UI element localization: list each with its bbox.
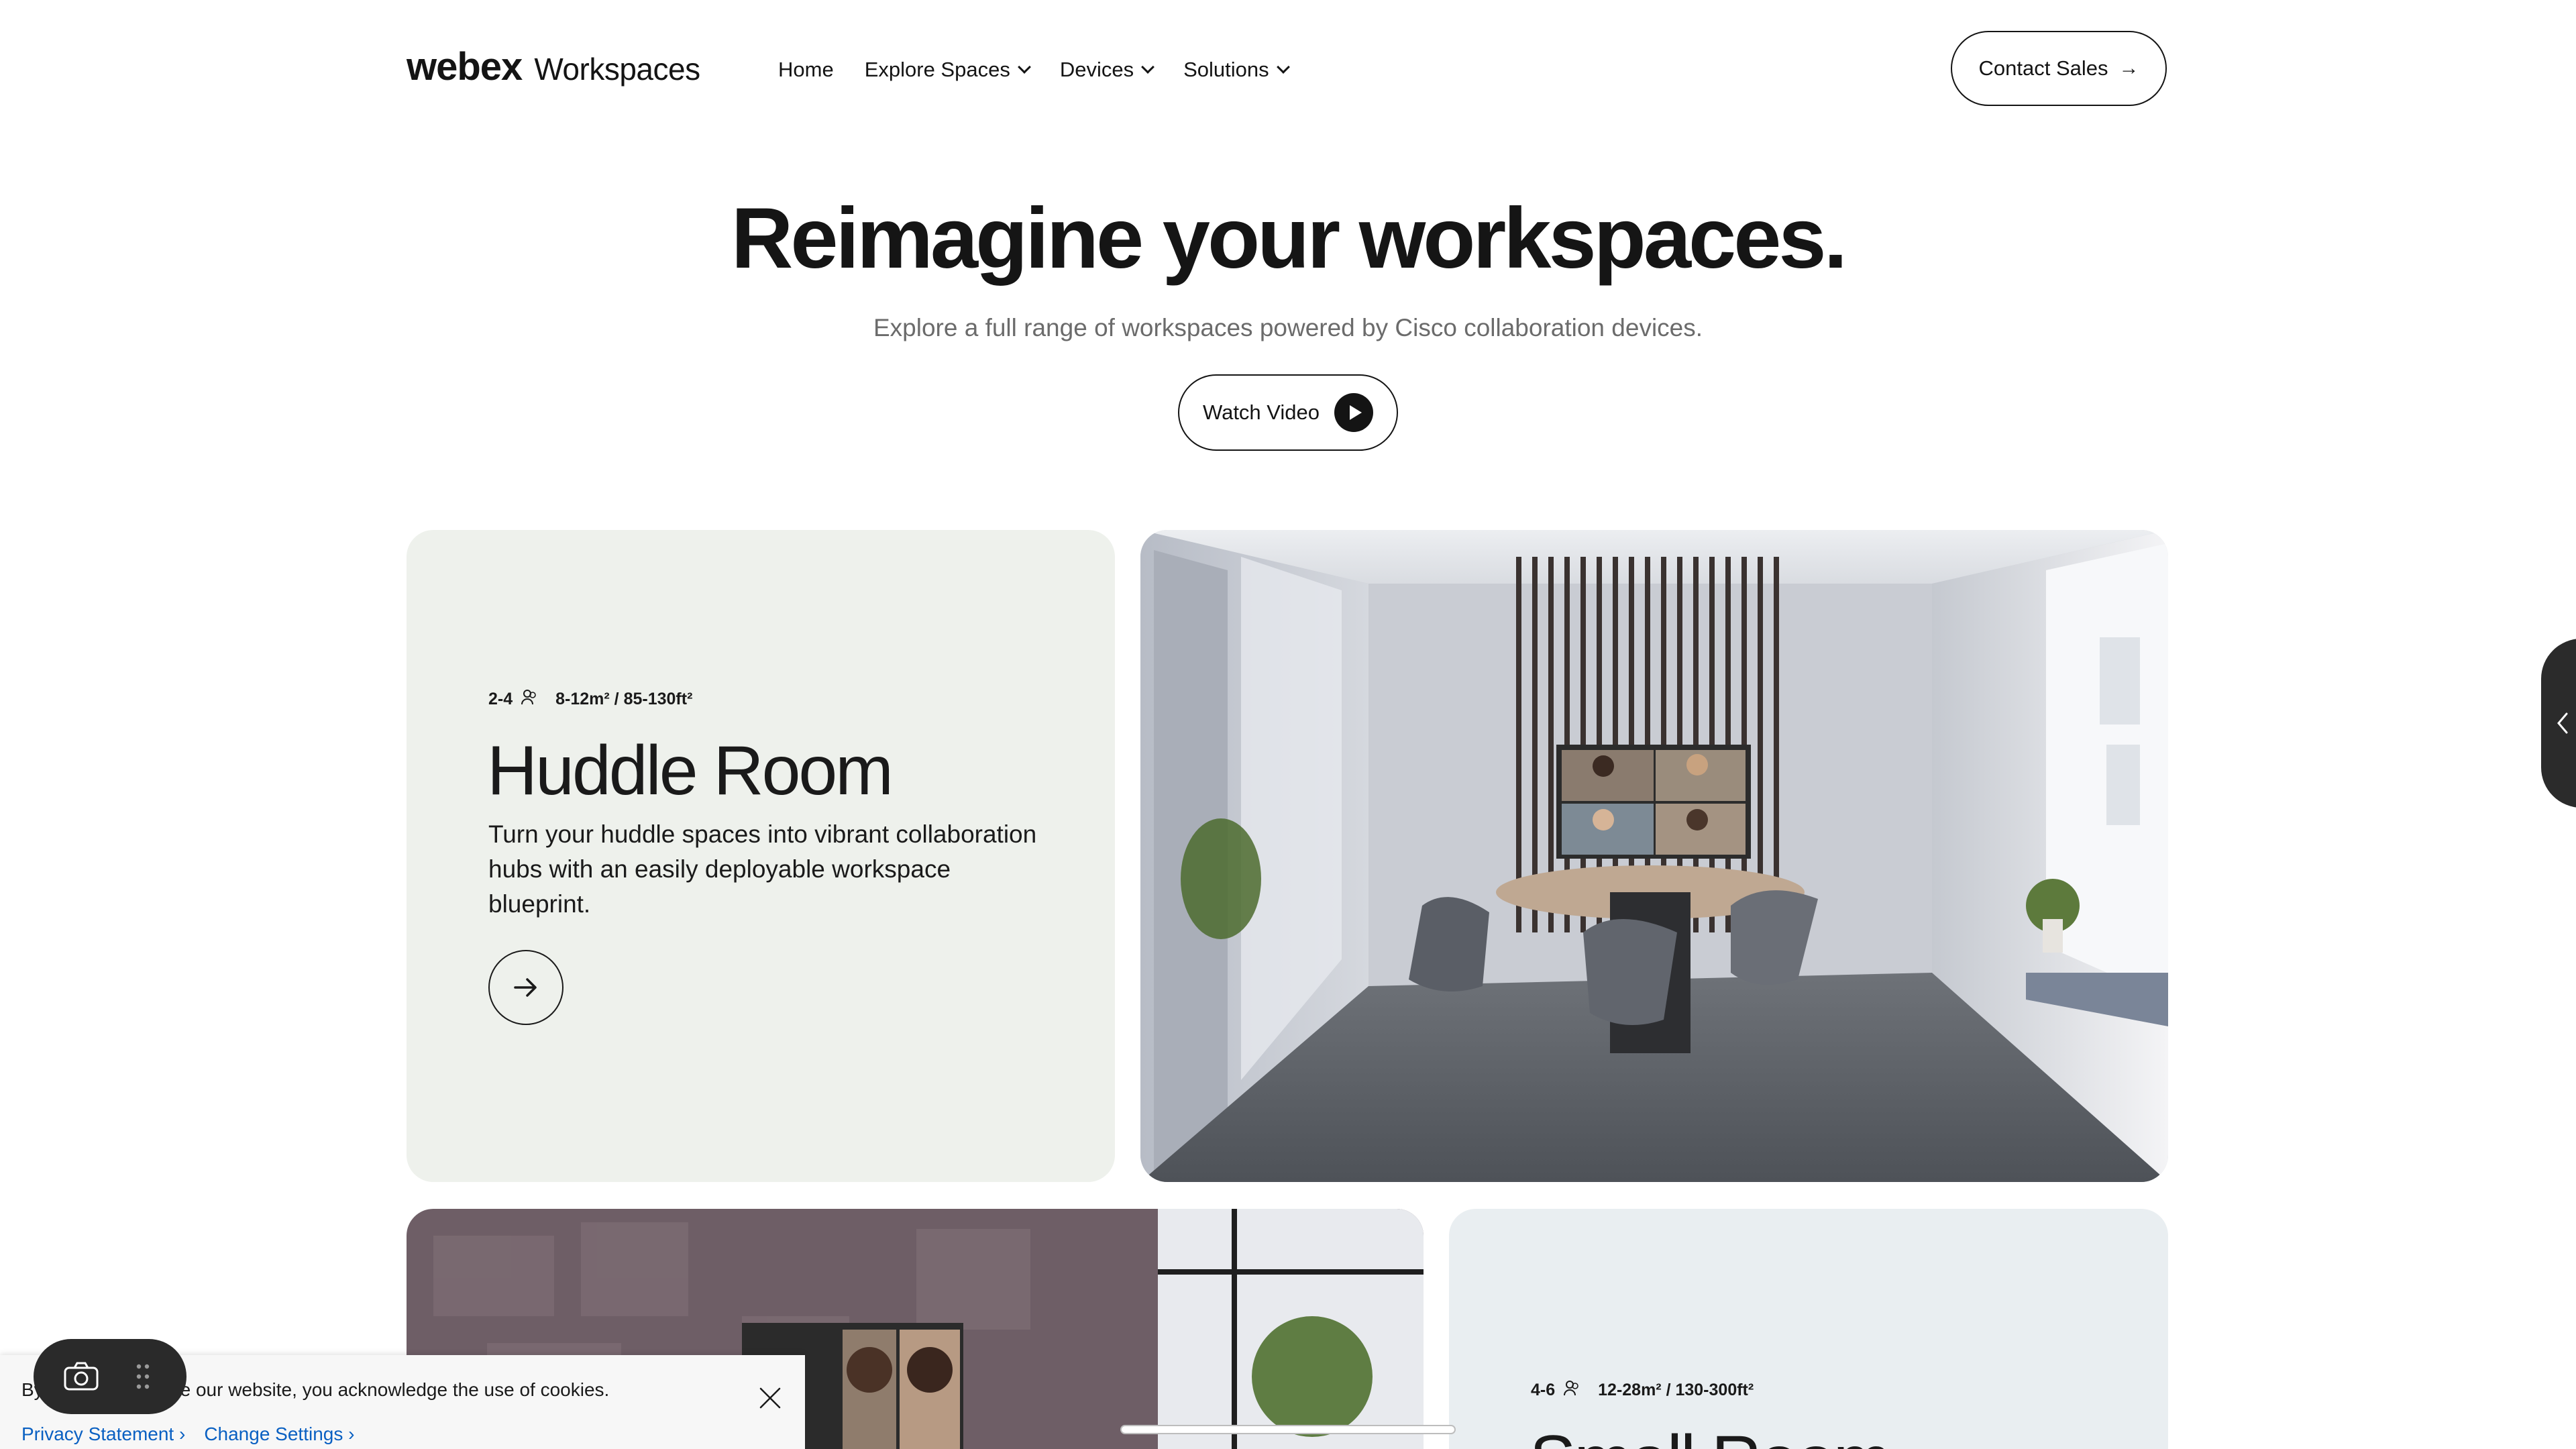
- nav-devices[interactable]: Devices: [1059, 58, 1155, 82]
- huddle-room-image[interactable]: [1140, 530, 2168, 1182]
- watch-video-label: Watch Video: [1202, 400, 1320, 424]
- huddle-room-meta: 2-4 8-12m² / 85-130ft²: [488, 688, 692, 710]
- person-icon: [521, 688, 538, 710]
- chevron-down-icon: [1141, 60, 1155, 74]
- hero-subtitle: Explore a full range of workspaces power…: [873, 314, 1703, 341]
- drag-handle-icon[interactable]: [136, 1361, 150, 1392]
- close-icon[interactable]: [757, 1385, 784, 1411]
- screenshot-toolbar: [34, 1339, 186, 1414]
- huddle-room-title: Huddle Room: [487, 732, 894, 810]
- small-room-title: Small Room: [1529, 1421, 1891, 1449]
- arrow-right-icon: →: [2118, 57, 2139, 79]
- person-icon: [1563, 1379, 1580, 1401]
- small-room-meta: 4-6 12-28m² / 130-300ft²: [1531, 1379, 1754, 1401]
- play-icon: [1334, 393, 1374, 432]
- chevron-down-icon: [1017, 60, 1031, 74]
- privacy-statement-link[interactable]: Privacy Statement ›: [21, 1424, 185, 1445]
- nav-home[interactable]: Home: [778, 58, 834, 82]
- nav-solutions[interactable]: Solutions: [1183, 58, 1290, 82]
- cookie-links: Privacy Statement › Change Settings ›: [21, 1424, 373, 1445]
- area-text: 8-12m² / 85-130ft²: [555, 690, 693, 708]
- site-header: webex Workspaces Home Explore Spaces Dev…: [0, 0, 2576, 134]
- webex-workspaces-logo[interactable]: webex Workspaces: [407, 44, 700, 89]
- small-room-card: 4-6 12-28m² / 130-300ft² Small Room: [1449, 1209, 2168, 1449]
- nav-explore-spaces[interactable]: Explore Spaces: [864, 58, 1031, 82]
- nav-devices-label: Devices: [1059, 58, 1134, 81]
- contact-sales-button[interactable]: Contact Sales →: [1951, 31, 2167, 106]
- capacity-text: 2-4: [488, 690, 513, 708]
- horizontal-scrollbar[interactable]: [1120, 1425, 1456, 1434]
- area-text: 12-28m² / 130-300ft²: [1598, 1381, 1754, 1399]
- nav-solutions-label: Solutions: [1183, 58, 1269, 81]
- capacity-text: 4-6: [1531, 1381, 1556, 1399]
- chevron-left-icon: [2557, 712, 2568, 734]
- nav-explore-spaces-label: Explore Spaces: [864, 58, 1010, 81]
- huddle-room-description: Turn your huddle spaces into vibrant col…: [488, 820, 1037, 918]
- watch-video-button[interactable]: Watch Video: [1178, 374, 1398, 451]
- logo-brand: webex: [407, 45, 523, 89]
- side-panel-toggle[interactable]: [2541, 639, 2576, 808]
- hero-title: Reimagine your workspaces.: [731, 191, 1847, 286]
- arrow-right-icon: [514, 978, 537, 997]
- nav-home-label: Home: [778, 58, 834, 81]
- page: webex Workspaces Home Explore Spaces Dev…: [0, 0, 2576, 1449]
- camera-icon[interactable]: [63, 1361, 99, 1392]
- main-nav: Home Explore Spaces Devices Solutions: [778, 58, 1319, 82]
- huddle-room-arrow-button[interactable]: [488, 950, 564, 1025]
- chevron-down-icon: [1276, 60, 1290, 74]
- huddle-room-card: 2-4 8-12m² / 85-130ft² Huddle Room Turn …: [407, 530, 1115, 1182]
- logo-product: Workspaces: [534, 52, 700, 87]
- change-settings-link[interactable]: Change Settings ›: [204, 1424, 354, 1445]
- contact-sales-label: Contact Sales: [1978, 56, 2108, 80]
